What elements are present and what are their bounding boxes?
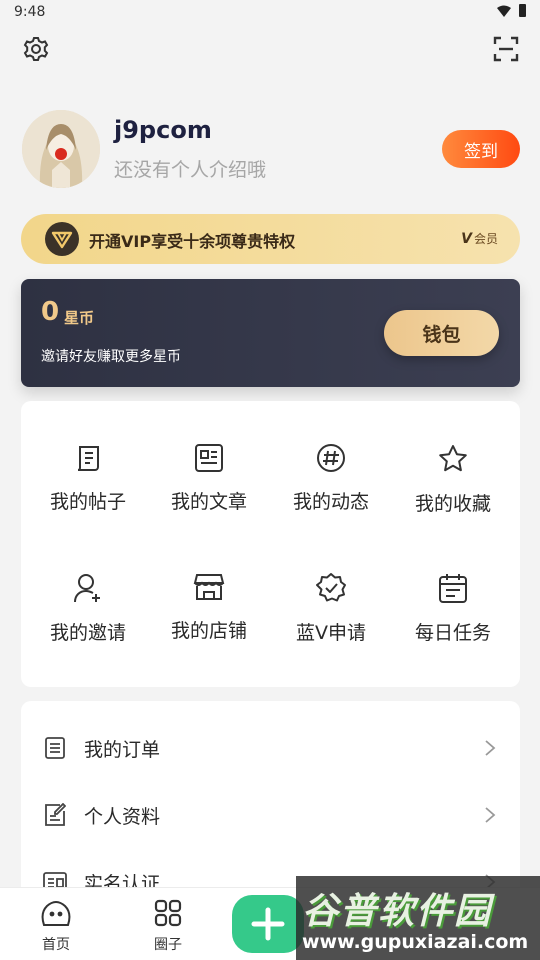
status-bar: 9:48: [0, 0, 540, 24]
checkin-button[interactable]: 签到: [442, 130, 520, 168]
invite-user-icon: [71, 572, 105, 604]
grid-item-label: 蓝V申请: [296, 622, 366, 644]
avatar[interactable]: [22, 110, 100, 188]
grid-item-label: 每日任务: [414, 622, 491, 644]
add-post-button[interactable]: [232, 895, 304, 953]
chevron-right-icon: [485, 807, 496, 823]
feature-grid: 我的帖子 我的文章 我的动态 我的收藏 我的邀请 我的店铺 蓝V申请 每日任务: [21, 401, 520, 687]
order-icon: [43, 736, 67, 760]
post-icon: [71, 443, 105, 473]
scan-button[interactable]: [491, 34, 521, 64]
calendar-icon: [436, 572, 470, 604]
list-item-label: 个人资料: [84, 805, 161, 828]
watermark-title: 谷普软件园: [302, 891, 493, 932]
grid-item-label: 我的帖子: [49, 491, 126, 513]
scan-icon: [493, 36, 519, 62]
grid-item-label: 我的店铺: [170, 620, 247, 642]
vip-member-badge: V 会员: [461, 230, 498, 247]
list-item-label: 我的订单: [84, 738, 161, 761]
wifi-icon: [497, 5, 511, 17]
grid-item-favorites[interactable]: 我的收藏: [393, 401, 513, 515]
watermark: 谷普软件园 www.gupuxiazai.com: [296, 876, 540, 960]
watermark-url: www.gupuxiazai.com: [302, 931, 529, 953]
vip-banner[interactable]: 开通VIP享受十余项尊贵特权 V 会员: [21, 214, 520, 264]
grid-item-label: 我的邀请: [49, 622, 126, 644]
grid-item-label: 我的动态: [292, 491, 369, 513]
grid-item-moments[interactable]: 我的动态: [271, 401, 391, 513]
status-time: 9:48: [14, 4, 46, 20]
star-icon: [436, 443, 470, 475]
grid-item-posts[interactable]: 我的帖子: [28, 401, 148, 513]
grid-item-label: 我的收藏: [414, 493, 491, 515]
hashtag-icon: [314, 443, 348, 473]
store-icon: [192, 572, 226, 602]
list-item-orders[interactable]: 我的订单: [21, 715, 520, 781]
vip-promo-text: 开通VIP享受十余项尊贵特权: [89, 232, 296, 251]
nav-item-label: 圈子: [154, 937, 182, 953]
vip-badge-v: V: [461, 230, 472, 247]
battery-icon: [519, 4, 526, 17]
grid-item-articles[interactable]: 我的文章: [149, 401, 269, 513]
home-icon: [39, 898, 73, 928]
avatar-image: [22, 110, 100, 188]
nav-item-label: 首页: [42, 937, 70, 953]
grid-item-label: 我的文章: [170, 491, 247, 513]
list-item-profile[interactable]: 个人资料: [21, 782, 520, 848]
status-icons: [497, 4, 526, 17]
vip-crown-icon: [45, 222, 79, 256]
article-icon: [192, 443, 226, 473]
grid-item-invites[interactable]: 我的邀请: [28, 530, 148, 644]
wallet-button[interactable]: 钱包: [384, 310, 499, 356]
grid-item-blue-v[interactable]: 蓝V申请: [271, 530, 391, 644]
gear-icon: [23, 37, 49, 61]
coin-card: 0 星币 邀请好友赚取更多星币 钱包: [21, 279, 520, 387]
plus-icon: [251, 907, 285, 941]
coin-unit: 星币: [64, 309, 95, 327]
edit-profile-icon: [43, 803, 67, 827]
nav-item-home[interactable]: 首页: [21, 898, 91, 958]
nav-item-circles[interactable]: 圈子: [133, 898, 203, 958]
coin-value: 0: [41, 297, 60, 327]
verified-badge-icon: [314, 572, 348, 604]
grid-item-store[interactable]: 我的店铺: [149, 530, 269, 642]
coin-tip[interactable]: 邀请好友赚取更多星币: [41, 346, 181, 366]
settings-button[interactable]: [21, 34, 51, 64]
bio-text: 还没有个人介绍哦: [114, 159, 267, 181]
circles-icon: [151, 898, 185, 928]
username: j9pcom: [114, 116, 212, 144]
grid-item-daily-tasks[interactable]: 每日任务: [393, 530, 513, 644]
vip-badge-label: 会员: [473, 232, 498, 246]
chevron-right-icon: [485, 740, 496, 756]
